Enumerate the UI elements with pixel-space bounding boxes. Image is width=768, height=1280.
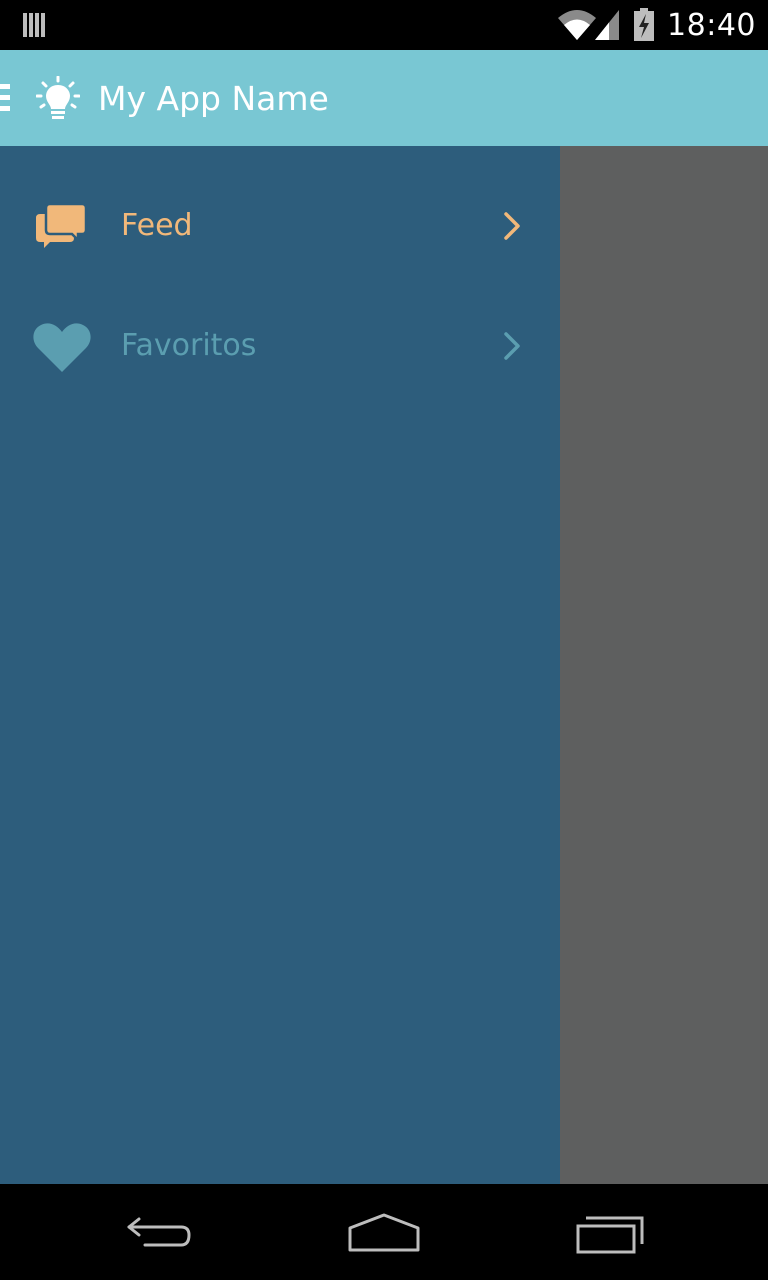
cell-signal-icon xyxy=(595,10,620,40)
navigation-drawer: Feed Favoritos xyxy=(0,146,560,1184)
drawer-item-label: Favoritos xyxy=(121,328,257,363)
action-bar: My App Name xyxy=(0,50,768,146)
app-title: My App Name xyxy=(98,79,329,118)
battery-charging-icon xyxy=(634,8,655,41)
chevron-right-icon xyxy=(504,212,520,240)
signal-bars-icon xyxy=(23,13,45,37)
wifi-icon xyxy=(558,10,597,40)
lightbulb-icon[interactable] xyxy=(36,76,80,122)
chevron-right-icon xyxy=(504,332,520,360)
back-icon xyxy=(127,1217,191,1247)
system-nav-bar xyxy=(0,1184,768,1280)
home-button[interactable] xyxy=(304,1184,464,1280)
hamburger-menu-icon[interactable] xyxy=(0,84,10,112)
drawer-item-label: Feed xyxy=(121,208,193,243)
status-time: 18:40 xyxy=(667,7,756,43)
chat-bubbles-icon xyxy=(36,202,88,248)
recent-apps-icon xyxy=(576,1216,644,1254)
drawer-item-feed[interactable]: Feed xyxy=(0,166,560,286)
status-right: 18:40 xyxy=(557,0,756,50)
back-button[interactable] xyxy=(80,1184,240,1280)
content-scrim[interactable] xyxy=(560,146,768,1184)
recent-apps-button[interactable] xyxy=(530,1184,690,1280)
status-bar: 18:40 xyxy=(0,0,768,50)
heart-icon xyxy=(33,323,91,372)
drawer-item-favoritos[interactable]: Favoritos xyxy=(0,286,560,406)
screen: 18:40 My App Name Feed Favoritos xyxy=(0,0,768,1280)
home-icon xyxy=(348,1213,420,1252)
